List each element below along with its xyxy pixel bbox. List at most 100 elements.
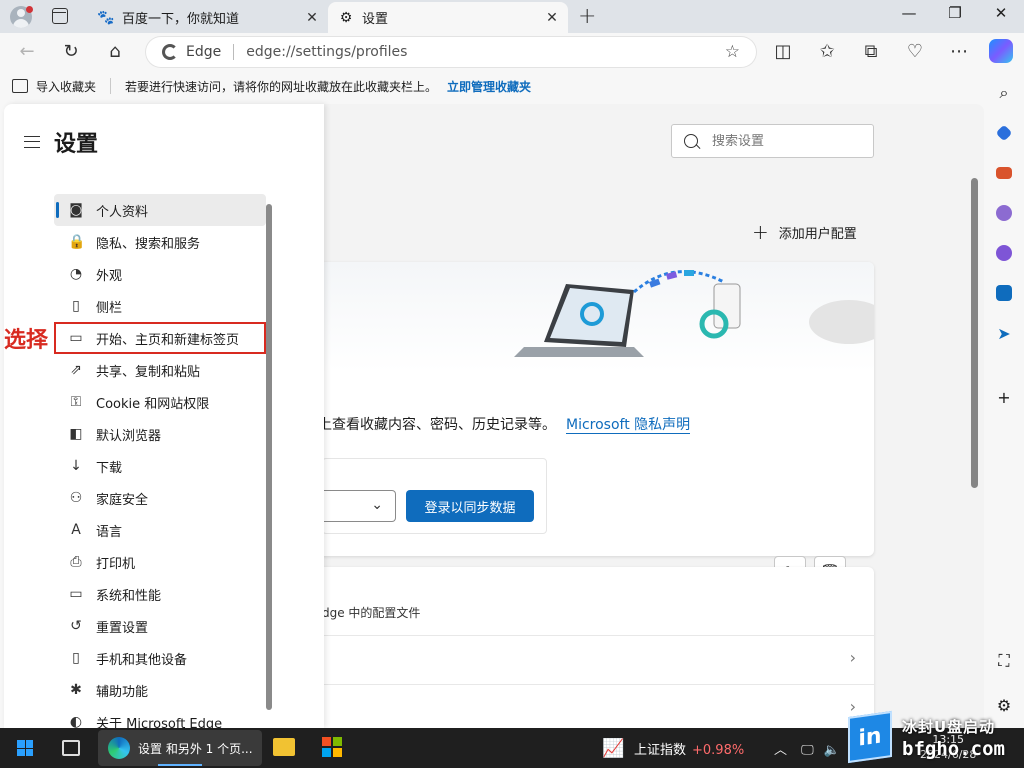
favorite-star-icon[interactable]: ☆ (725, 42, 740, 62)
sidebar-item-label: 共享、复制和粘贴 (96, 364, 201, 380)
add-profile-label: 添加用户配置 (778, 226, 857, 242)
home-icon[interactable]: ⌂ (104, 41, 126, 63)
network-icon[interactable]: 🖵 (801, 743, 814, 758)
profile-hero-illustration (304, 262, 874, 372)
menu-scrollbar[interactable] (266, 204, 272, 710)
sidebar-item-label: 侧栏 (96, 300, 123, 316)
settings-nav-drawer: 设置 ◙ 个人资料 🔒 隐私、搜索和服务 ◔ 外观 ▯ 侧栏 ▭ 开始、主页和新建标签页 ⇗ 共享、复… (4, 104, 324, 732)
sidebar-item-home-tabs[interactable]: ▭ 开始、主页和新建标签页 (54, 322, 266, 354)
windows-start-icon[interactable] (17, 740, 33, 756)
sidebar-item-system[interactable]: ▭ 系统和性能 (54, 578, 266, 610)
favorites-icon[interactable]: ✩ (816, 41, 838, 63)
sidebar-item-label: 默认浏览器 (96, 428, 162, 444)
tab-title: 设置 (362, 12, 389, 27)
stock-name: 上证指数 (634, 743, 687, 758)
new-tab-button[interactable]: + (578, 4, 596, 29)
store-icon[interactable] (322, 737, 342, 757)
sidebar-item-label: 系统和性能 (96, 588, 162, 604)
chevron-up-icon[interactable]: ︿ (774, 743, 787, 758)
content-scrollbar[interactable] (971, 178, 978, 488)
tab-settings[interactable]: ⚙ 设置 ✕ (328, 2, 568, 33)
task-view-icon[interactable] (62, 740, 80, 756)
split-screen-icon[interactable]: ◫ (772, 41, 794, 63)
url-text[interactable]: edge://settings/profiles (246, 44, 725, 60)
sidebar-item-profile[interactable]: ◙ 个人资料 (54, 194, 266, 226)
edge-window-title: 设置 和另外 1 个页... (138, 741, 253, 756)
sidebar-item-cookie[interactable]: ⚿ Cookie 和网站权限 (54, 386, 266, 418)
sidebar-item-label: 辅助功能 (96, 684, 149, 700)
privacy-link[interactable]: Microsoft 隐私声明 (566, 417, 691, 434)
edge-icon (108, 737, 130, 759)
copilot-icon[interactable] (989, 39, 1013, 63)
sidebar-item-browser[interactable]: ◧ 默认浏览器 (54, 418, 266, 450)
back-icon[interactable]: ← (16, 41, 38, 63)
drop-icon[interactable]: ➤ (994, 323, 1014, 343)
tools-icon[interactable] (994, 163, 1014, 183)
close-window-button[interactable]: ✕ (978, 4, 1024, 22)
sidebar-item-reset[interactable]: ↺ 重置设置 (54, 610, 266, 642)
sidebar-icon: ▯ (72, 298, 80, 314)
sidebar-item-label: 下载 (96, 460, 123, 476)
add-sidebar-app-icon[interactable]: + (994, 387, 1014, 407)
screenshot-icon[interactable]: ⛶ (994, 651, 1014, 671)
baidu-paw-icon: 🐾 (97, 9, 115, 26)
list-item[interactable]: › (304, 684, 874, 728)
performance-icon[interactable]: ♡ (904, 41, 926, 63)
manage-favorites-link[interactable]: 立即管理收藏夹 (447, 78, 531, 95)
sidebar-item-language[interactable]: A 语言 (54, 514, 266, 546)
sidebar-item-download[interactable]: ↓ 下载 (54, 450, 266, 482)
tab-actions-icon[interactable] (52, 8, 68, 24)
more-menu-icon[interactable]: ⋯ (948, 41, 970, 63)
tab-baidu[interactable]: 🐾 百度一下，你就知道 ✕ (88, 2, 328, 33)
refresh-icon[interactable]: ↻ (60, 41, 82, 63)
sidebar-item-label: 家庭安全 (96, 492, 149, 508)
sidebar-item-palette[interactable]: ◔ 外观 (54, 258, 266, 290)
hamburger-menu-icon[interactable] (24, 136, 40, 148)
sidebar-item-phone[interactable]: ▯ 手机和其他设备 (54, 642, 266, 674)
sidebar-item-label: 个人资料 (96, 204, 149, 220)
plus-icon: + (752, 220, 769, 244)
divider (233, 44, 235, 60)
stock-chart-icon[interactable]: 📈 (602, 738, 624, 759)
page-title: 设置 (54, 132, 99, 157)
sidebar-item-family[interactable]: ⚇ 家庭安全 (54, 482, 266, 514)
games-icon[interactable] (994, 203, 1014, 223)
restore-button[interactable]: ❐ (932, 4, 978, 22)
close-tab-icon[interactable]: ✕ (302, 10, 322, 26)
reset-icon: ↺ (70, 618, 82, 634)
home-tabs-icon: ▭ (69, 330, 83, 346)
download-icon: ↓ (70, 458, 82, 474)
sidebar-item-accessibility[interactable]: ✱ 辅助功能 (54, 674, 266, 706)
address-bar[interactable]: Edge edge://settings/profiles ☆ (146, 37, 756, 67)
sidebar-item-printer[interactable]: ⎙ 打印机 (54, 546, 266, 578)
sidebar-item-share[interactable]: ⇗ 共享、复制和粘贴 (54, 354, 266, 386)
stock-widget[interactable]: 上证指数 +0.98% (634, 739, 744, 758)
shopping-tag-icon[interactable] (994, 123, 1014, 143)
taskbar-edge-window[interactable]: 设置 和另外 1 个页... (98, 730, 262, 766)
volume-icon[interactable]: 🔈 (824, 743, 840, 758)
close-tab-icon[interactable]: ✕ (542, 10, 562, 26)
settings-search[interactable] (671, 124, 874, 158)
sidebar-item-sidebar[interactable]: ▯ 侧栏 (54, 290, 266, 322)
search-icon[interactable]: ⌕ (994, 83, 1014, 103)
minimize-button[interactable]: — (886, 4, 932, 22)
import-favorites-icon (12, 79, 28, 93)
phone-icon: ▯ (72, 650, 80, 666)
list-item[interactable]: › (304, 635, 874, 683)
accessibility-icon: ✱ (70, 682, 82, 698)
collections-icon[interactable]: ⧉ (860, 41, 882, 63)
watermark: in 冰封U盘启动 bfgho.com (848, 710, 1024, 768)
import-favorites-button[interactable]: 导入收藏夹 (36, 78, 96, 95)
m365-icon[interactable] (994, 243, 1014, 263)
profiles-description: dge 中的配置文件 (322, 606, 421, 620)
navigation-bar: ← ↻ ⌂ Edge edge://settings/profiles ☆ ◫ … (0, 33, 1024, 71)
add-profile-button[interactable]: + 添加用户配置 (752, 220, 857, 244)
printer-icon: ⎙ (70, 554, 82, 570)
sidebar-item-lock[interactable]: 🔒 隐私、搜索和服务 (54, 226, 266, 258)
outlook-icon[interactable] (994, 283, 1014, 303)
account-dropdown[interactable]: ⌄ (322, 490, 396, 522)
watermark-url: bfgho.com (902, 738, 1005, 760)
search-input[interactable] (712, 133, 852, 149)
file-explorer-icon[interactable] (273, 738, 295, 756)
sign-in-sync-button[interactable]: 登录以同步数据 (406, 490, 534, 522)
